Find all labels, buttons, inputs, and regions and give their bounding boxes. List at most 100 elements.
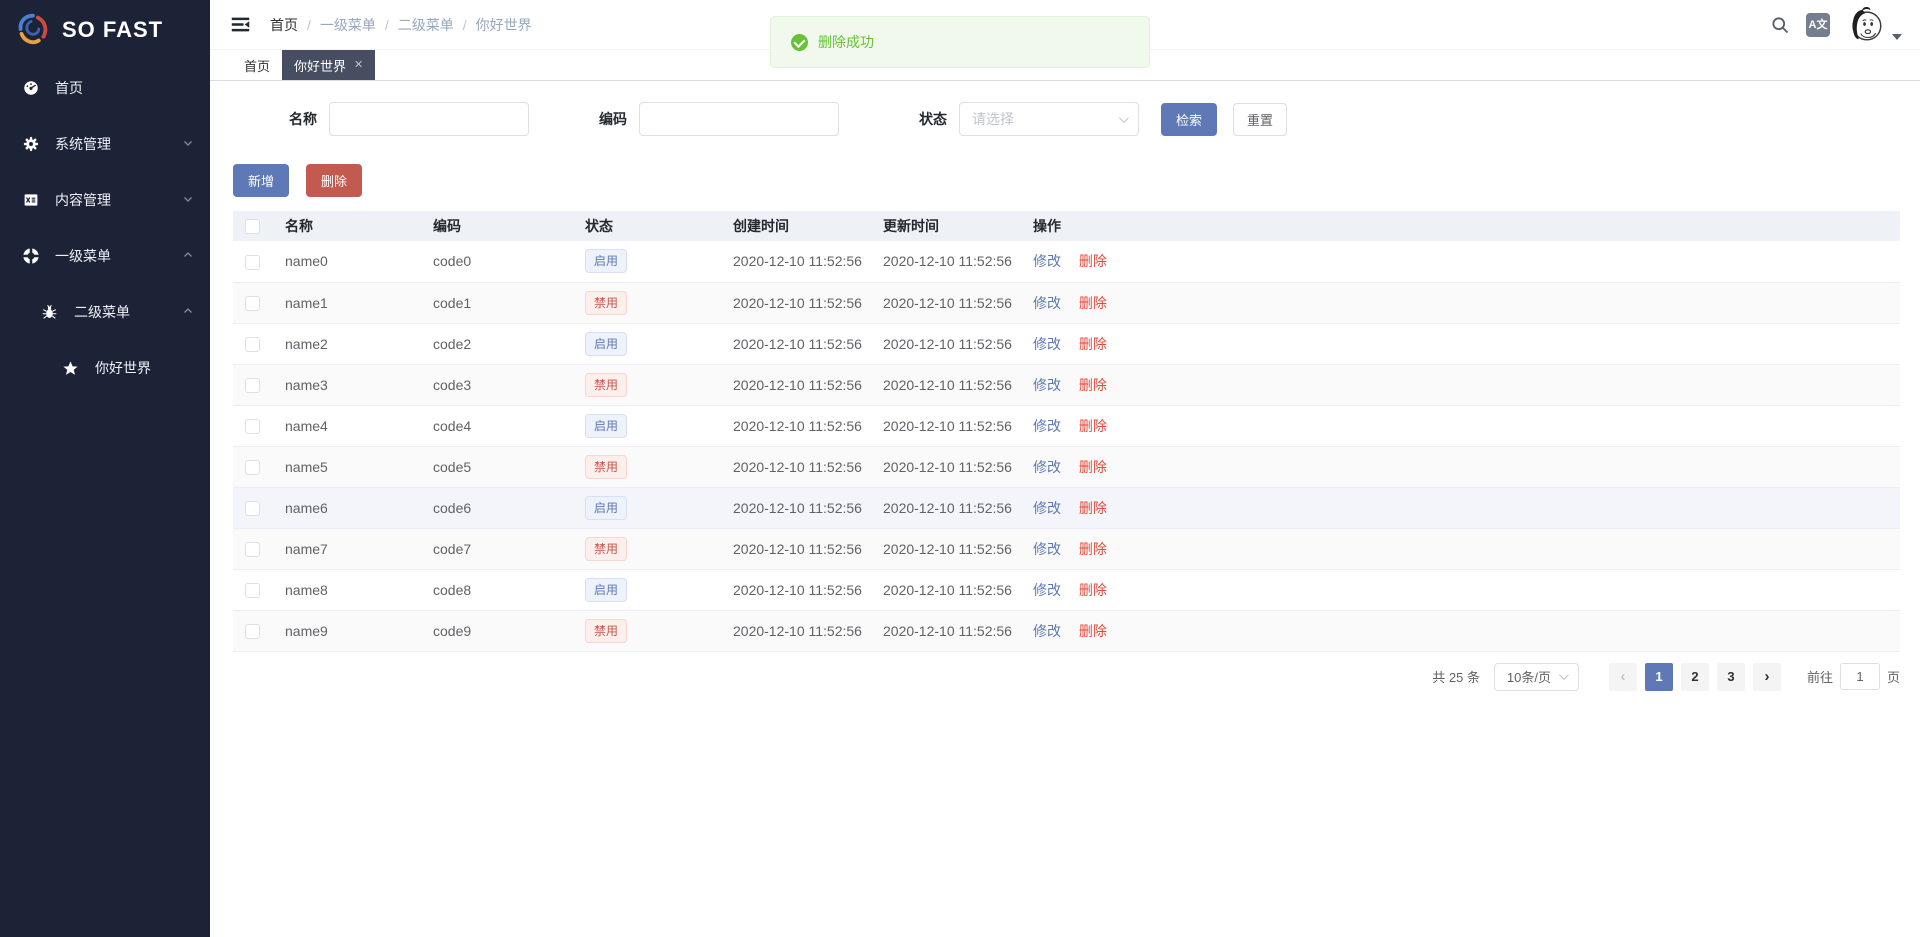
row-checkbox[interactable] xyxy=(245,624,260,639)
tab-hello-world[interactable]: 你好世界 ✕ xyxy=(282,50,375,80)
tab-home[interactable]: 首页 xyxy=(232,50,282,80)
cell-name: name5 xyxy=(285,446,433,487)
delete-link[interactable]: 删除 xyxy=(1079,500,1107,516)
row-checkbox[interactable] xyxy=(245,378,260,393)
delete-link[interactable]: 删除 xyxy=(1079,336,1107,352)
cell-code: code6 xyxy=(433,487,585,528)
table-row: name6 code6 启用 2020-12-10 11:52:56 2020-… xyxy=(233,487,1900,528)
status-select[interactable]: 请选择 xyxy=(959,102,1139,136)
delete-link[interactable]: 删除 xyxy=(1079,623,1107,639)
table-row: name4 code4 启用 2020-12-10 11:52:56 2020-… xyxy=(233,405,1900,446)
language-icon[interactable]: A文 xyxy=(1806,13,1830,37)
goto-page: 前往 页 xyxy=(1807,663,1900,690)
page-button-1[interactable]: 1 xyxy=(1645,663,1673,691)
cell-created-time: 2020-12-10 11:52:56 xyxy=(733,282,883,323)
column-header-code: 编码 xyxy=(433,211,585,241)
cell-created-time: 2020-12-10 11:52:56 xyxy=(733,241,883,282)
app-root: SO FAST 首页 xyxy=(0,0,1920,937)
page-button-2[interactable]: 2 xyxy=(1681,663,1709,691)
reset-button[interactable]: 重置 xyxy=(1233,103,1287,136)
sidebar-item-level2-menu[interactable]: 二级菜单 xyxy=(0,284,210,340)
navbar-right: A文 xyxy=(1754,4,1902,46)
code-label: 编码 xyxy=(529,109,639,129)
sidebar-toggle-icon[interactable] xyxy=(230,14,252,36)
code-input[interactable] xyxy=(639,102,839,136)
delete-link[interactable]: 删除 xyxy=(1079,295,1107,311)
select-all-checkbox[interactable] xyxy=(245,219,260,234)
cell-name: name0 xyxy=(285,241,433,282)
edit-link[interactable]: 修改 xyxy=(1033,295,1061,311)
sidebar-item-system[interactable]: 系统管理 xyxy=(0,116,210,172)
delete-link[interactable]: 删除 xyxy=(1079,253,1107,269)
document-icon xyxy=(22,191,40,209)
cell-updated-time: 2020-12-10 11:52:56 xyxy=(883,569,1033,610)
chevron-up-icon xyxy=(182,304,194,320)
sidebar-item-label: 二级菜单 xyxy=(74,302,130,322)
edit-link[interactable]: 修改 xyxy=(1033,500,1061,516)
breadcrumb-item-current: 你好世界 xyxy=(476,15,532,35)
table-row: name9 code9 禁用 2020-12-10 11:52:56 2020-… xyxy=(233,610,1900,651)
breadcrumb-separator: / xyxy=(307,17,311,33)
breadcrumb: 首页 / 一级菜单 / 二级菜单 / 你好世界 xyxy=(270,15,532,35)
cell-name: name4 xyxy=(285,405,433,446)
row-checkbox[interactable] xyxy=(245,255,260,270)
cell-created-time: 2020-12-10 11:52:56 xyxy=(733,569,883,610)
status-badge: 启用 xyxy=(585,414,627,438)
row-checkbox[interactable] xyxy=(245,296,260,311)
cell-code: code0 xyxy=(433,241,585,282)
sidebar-item-level1-menu[interactable]: 一级菜单 xyxy=(0,228,210,284)
cell-created-time: 2020-12-10 11:52:56 xyxy=(733,364,883,405)
edit-link[interactable]: 修改 xyxy=(1033,336,1061,352)
edit-link[interactable]: 修改 xyxy=(1033,623,1061,639)
row-checkbox[interactable] xyxy=(245,542,260,557)
table-row: name3 code3 禁用 2020-12-10 11:52:56 2020-… xyxy=(233,364,1900,405)
table-body: name0 code0 启用 2020-12-10 11:52:56 2020-… xyxy=(233,241,1900,651)
search-button[interactable]: 检索 xyxy=(1161,103,1217,136)
row-checkbox[interactable] xyxy=(245,419,260,434)
goto-page-input[interactable] xyxy=(1840,663,1880,690)
delete-link[interactable]: 删除 xyxy=(1079,541,1107,557)
status-badge: 禁用 xyxy=(585,373,627,397)
sidebar-item-home[interactable]: 首页 xyxy=(0,60,210,116)
search-icon[interactable] xyxy=(1770,15,1790,35)
cell-code: code1 xyxy=(433,282,585,323)
next-page-button[interactable] xyxy=(1753,663,1781,691)
filter-form: 名称 编码 状态 请选择 检索 重置 xyxy=(233,102,1900,136)
breadcrumb-item-home[interactable]: 首页 xyxy=(270,15,298,35)
row-checkbox[interactable] xyxy=(245,460,260,475)
cell-created-time: 2020-12-10 11:52:56 xyxy=(733,446,883,487)
chevron-down-icon xyxy=(1559,670,1569,680)
delete-link[interactable]: 删除 xyxy=(1079,418,1107,434)
goto-label: 前往 xyxy=(1807,667,1833,686)
prev-page-button[interactable] xyxy=(1609,663,1637,691)
sidebar-item-hello-world[interactable]: 你好世界 xyxy=(0,340,210,396)
add-button[interactable]: 新增 xyxy=(233,164,289,197)
page-size-select[interactable]: 10条/页 xyxy=(1494,663,1579,691)
avatar xyxy=(1844,4,1886,46)
delete-link[interactable]: 删除 xyxy=(1079,459,1107,475)
gear-icon xyxy=(22,135,40,153)
sidebar-item-content[interactable]: 内容管理 xyxy=(0,172,210,228)
table-row: name2 code2 启用 2020-12-10 11:52:56 2020-… xyxy=(233,323,1900,364)
edit-link[interactable]: 修改 xyxy=(1033,459,1061,475)
page-button-3[interactable]: 3 xyxy=(1717,663,1745,691)
delete-link[interactable]: 删除 xyxy=(1079,377,1107,393)
avatar-dropdown[interactable] xyxy=(1844,4,1902,46)
name-input[interactable] xyxy=(329,102,529,136)
cell-updated-time: 2020-12-10 11:52:56 xyxy=(883,241,1033,282)
edit-link[interactable]: 修改 xyxy=(1033,418,1061,434)
chevron-down-icon xyxy=(182,192,194,208)
edit-link[interactable]: 修改 xyxy=(1033,582,1061,598)
delete-button[interactable]: 删除 xyxy=(306,164,362,197)
row-checkbox[interactable] xyxy=(245,337,260,352)
tab-close-icon[interactable]: ✕ xyxy=(354,60,363,71)
edit-link[interactable]: 修改 xyxy=(1033,253,1061,269)
edit-link[interactable]: 修改 xyxy=(1033,377,1061,393)
delete-link[interactable]: 删除 xyxy=(1079,582,1107,598)
row-checkbox[interactable] xyxy=(245,501,260,516)
status-label: 状态 xyxy=(839,109,959,129)
caret-down-icon xyxy=(1892,34,1902,40)
row-checkbox[interactable] xyxy=(245,583,260,598)
edit-link[interactable]: 修改 xyxy=(1033,541,1061,557)
sidebar-item-label: 内容管理 xyxy=(55,190,111,210)
